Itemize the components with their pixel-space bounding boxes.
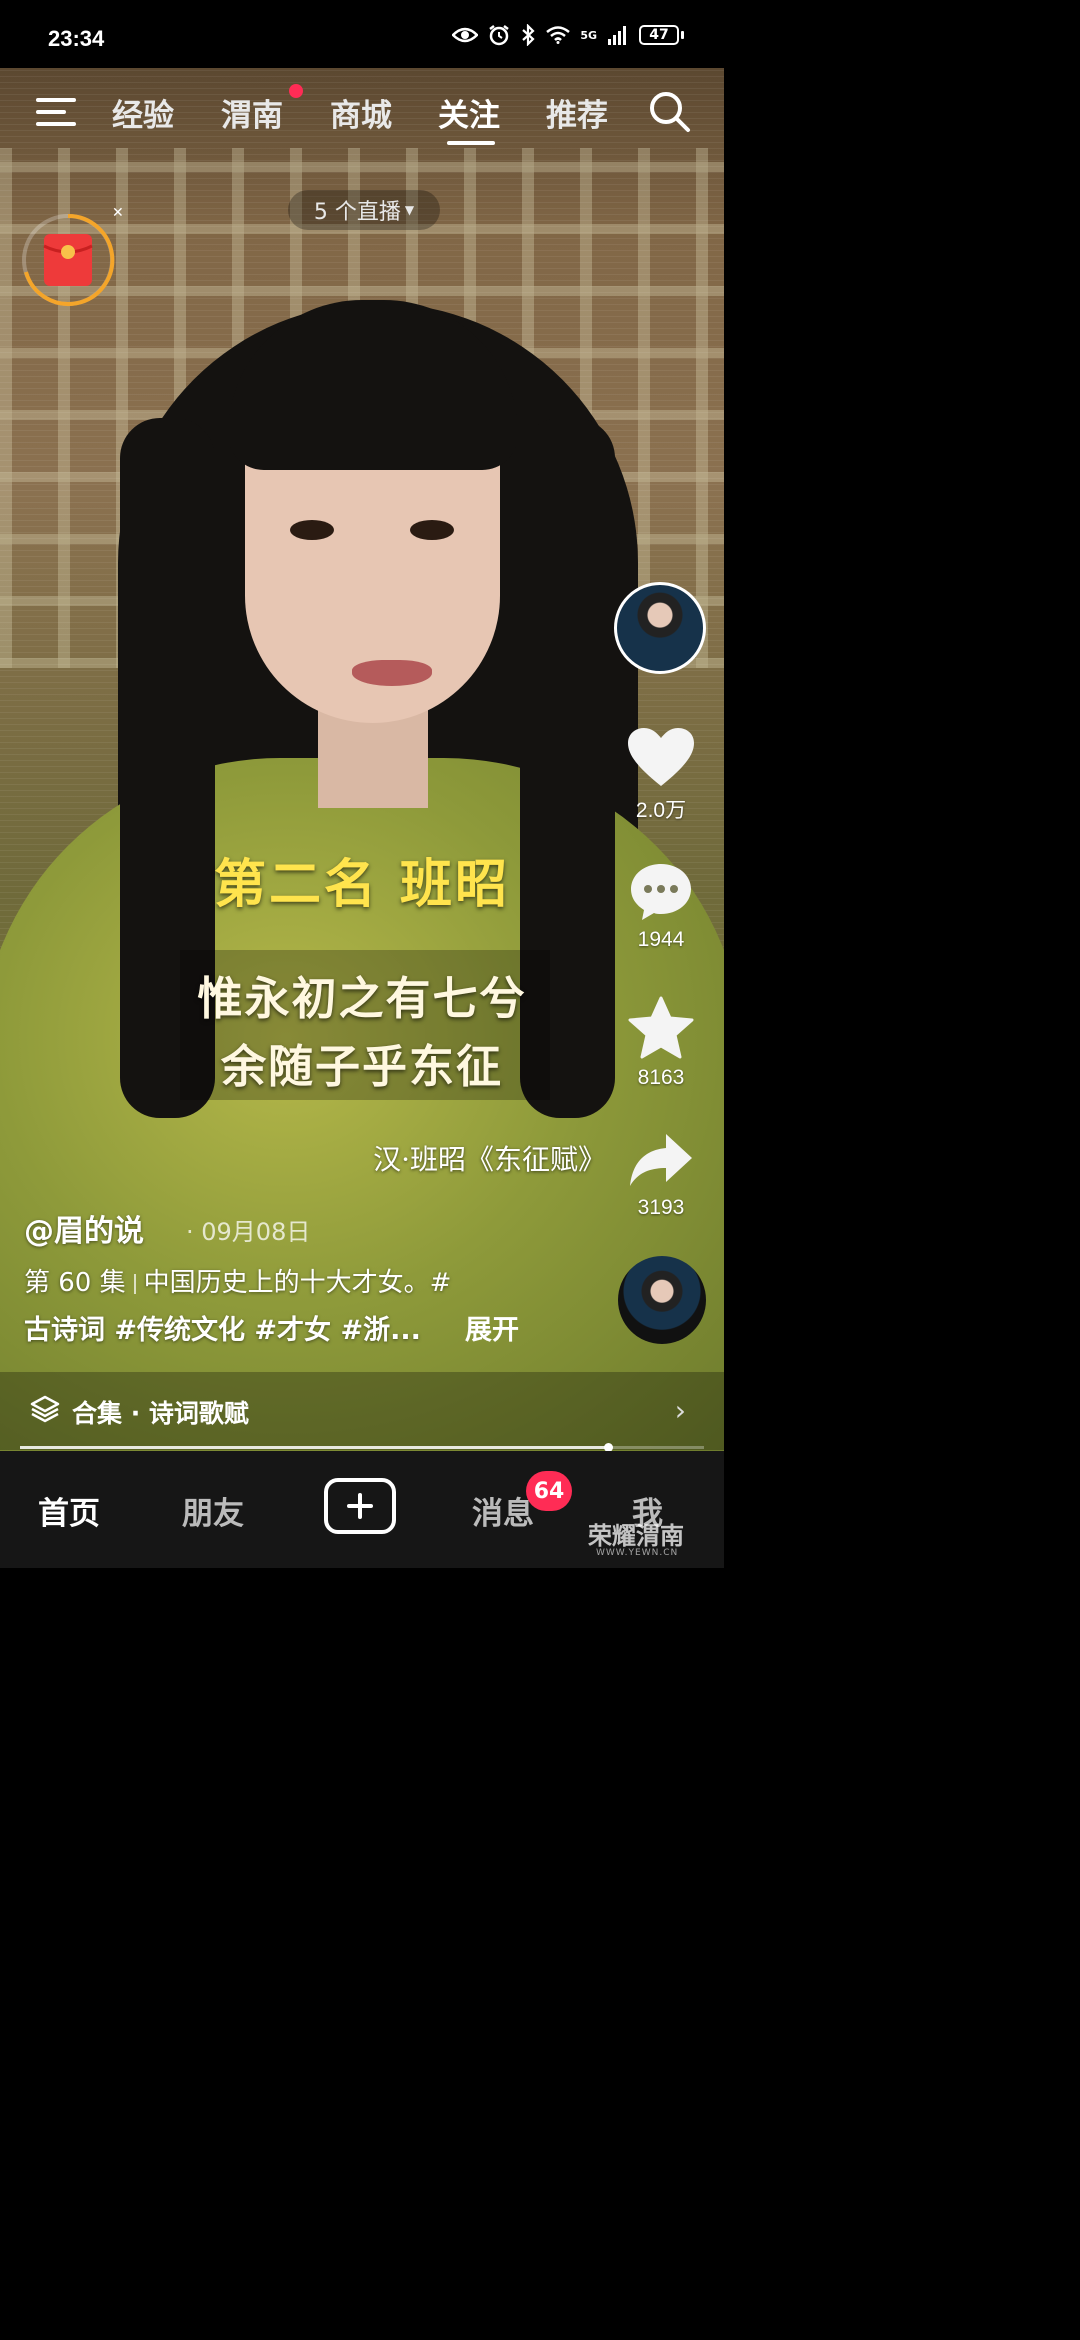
nav-messages[interactable]: 消息 [472,1488,534,1533]
episode-separator [133,1273,136,1294]
tab-notification-dot [289,84,303,98]
description-text: 中国历史上的十大才女。# [143,1268,452,1298]
live-streams-pill[interactable]: 5 个直播 ▼ [288,190,440,230]
right-eye [410,520,454,540]
tab-jingyan[interactable]: 经验 [112,90,174,135]
watermark-url: WWW.YEWN.CN [596,1548,679,1558]
collection-bar[interactable]: 合集 · 诗词歌赋 › [0,1372,724,1450]
active-tab-indicator [447,141,495,145]
author-name[interactable]: @眉的说 [24,1206,144,1250]
mouth-shape [352,660,432,686]
like-count: 2.0万 [635,799,687,822]
like-button[interactable]: 2.0万 [620,726,702,824]
status-icons: 5G 47 [452,24,684,46]
left-eye [290,520,334,540]
wifi-icon [546,26,571,44]
status-bar: 23:34 5G 47 [0,0,724,68]
caption-line-2: 余随子乎东征 [220,1040,503,1093]
playback-progress[interactable] [20,1443,704,1452]
caption-source: 汉·班昭《东征赋》 [373,1143,606,1176]
heart-icon [628,728,694,786]
star-icon [628,996,694,1059]
comment-icon [631,864,691,920]
alarm-icon [489,25,510,46]
expand-button[interactable]: 展开 [465,1308,519,1347]
chevron-right-icon: › [674,1394,686,1427]
network-label: 5G [580,28,597,42]
share-button[interactable]: 3193 [620,1130,702,1220]
caret-down-icon: ▼ [404,203,415,217]
music-disc-avatar[interactable] [618,1256,706,1344]
messages-badge: 64 [526,1471,572,1511]
share-icon [630,1134,692,1186]
battery-level: 47 [649,27,669,43]
caption-title: 第二名 班昭 [213,854,511,915]
nav-home[interactable]: 首页 [38,1488,100,1533]
phone-screen: 23:34 5G 47 第二名 班昭 惟永初之有七兮 余随子乎东征 汉·班昭《东… [0,0,724,1568]
bluetooth-icon [522,24,535,46]
comment-count: 1944 [637,928,685,951]
favorite-count: 8163 [637,1066,685,1089]
eye-icon [452,27,479,43]
search-icon[interactable] [648,90,692,134]
playback-progress-fill [20,1446,609,1449]
tab-weinan[interactable]: 渭南 [221,90,283,135]
caption-line-1: 惟永初之有七兮 [197,972,527,1025]
tab-shangcheng[interactable]: 商城 [330,90,392,135]
status-time: 23:34 [48,26,105,51]
tab-guanzhu[interactable]: 关注 [438,90,500,135]
signal-icon [608,26,626,45]
post-date: · 09月08日 [186,1218,311,1246]
battery-cap [681,31,684,39]
layers-icon [30,1395,60,1423]
plus-icon [347,1493,373,1519]
episode-label: 第 60 集 [24,1268,126,1298]
tab-tuijian[interactable]: 推荐 [546,90,608,135]
favorite-button[interactable]: 8163 [620,996,702,1090]
create-post-button[interactable] [324,1478,396,1534]
post-description-line-1: 第 60 集中国历史上的十大才女。# [24,1262,451,1299]
comment-button[interactable]: 1944 [620,862,702,952]
live-streams-label: 5 个直播 [313,200,401,225]
battery-icon: 47 [639,25,679,45]
red-packet-icon[interactable] [20,212,116,308]
collection-label: 合集 · 诗词歌赋 [72,1399,249,1428]
share-count: 3193 [637,1196,685,1219]
menu-icon[interactable] [36,98,76,128]
creator-avatar[interactable] [614,582,706,674]
nav-friends[interactable]: 朋友 [182,1488,244,1533]
red-packet-close-icon[interactable]: ✕ [112,205,124,221]
post-hashtags[interactable]: 古诗词 #传统文化 #才女 #浙... [24,1308,421,1347]
watermark-logo: 荣耀渭南 [588,1522,684,1550]
